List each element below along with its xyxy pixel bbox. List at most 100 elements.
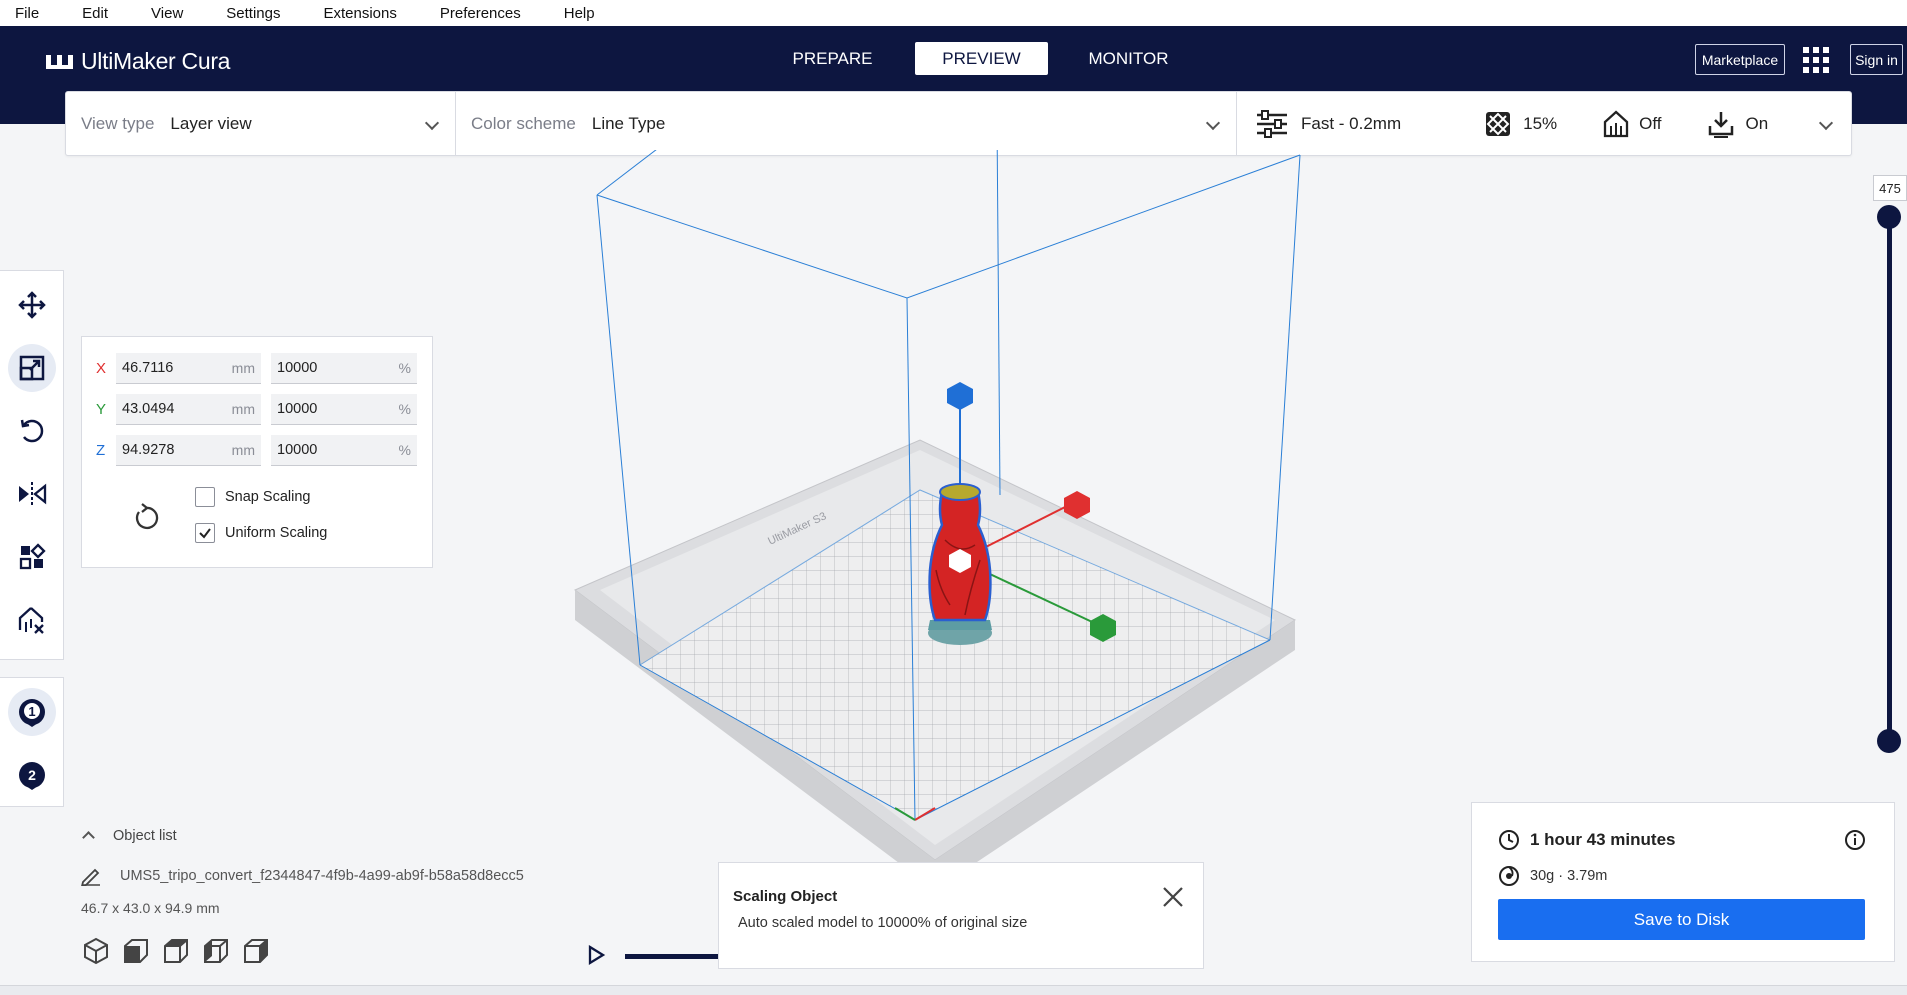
menu-bar: File Edit View Settings Extensions Prefe…	[0, 0, 1907, 26]
chevron-up-icon	[82, 831, 95, 844]
tab-monitor[interactable]: MONITOR	[1056, 42, 1201, 75]
rotate-icon	[20, 419, 44, 443]
object-name-row[interactable]: UMS5_tripo_convert_f2344847-4f9b-4a99-ab…	[80, 866, 524, 886]
menu-extensions[interactable]: Extensions	[308, 5, 396, 22]
layer-slider-top-handle[interactable]	[1877, 205, 1901, 229]
rotate-tool-button[interactable]	[8, 407, 56, 455]
uniform-scaling-checkbox[interactable]	[195, 523, 215, 543]
menu-help[interactable]: Help	[549, 5, 595, 22]
tab-prepare[interactable]: PREPARE	[760, 42, 905, 75]
menu-file[interactable]: File	[0, 5, 39, 22]
snap-scaling-option[interactable]: Snap Scaling	[195, 487, 310, 507]
pencil-icon	[81, 868, 100, 886]
view-front-icon[interactable]	[122, 937, 150, 965]
profile-value: Fast - 0.2mm	[1301, 113, 1402, 133]
play-icon[interactable]	[585, 944, 607, 966]
extruder-2-icon: 2	[19, 762, 45, 790]
snap-scaling-label: Snap Scaling	[225, 489, 311, 505]
z-mm-value: 94.9278	[122, 441, 175, 458]
camera-view-buttons	[82, 937, 270, 965]
chevron-down-icon	[1818, 115, 1834, 131]
infill-setting: 15%	[1485, 111, 1557, 137]
adhesion-value: On	[1745, 113, 1769, 133]
reset-icon	[135, 503, 159, 530]
marketplace-button[interactable]: Marketplace	[1695, 44, 1785, 75]
uniform-scaling-label: Uniform Scaling	[225, 525, 328, 541]
svg-text:1: 1	[28, 704, 35, 719]
svg-text:2: 2	[28, 767, 36, 783]
infill-icon	[1486, 111, 1511, 136]
view-left-icon[interactable]	[202, 937, 230, 965]
print-information-panel: 1 hour 43 minutes 30g · 3.79m Save to Di…	[1471, 802, 1895, 962]
support-icon	[1604, 109, 1629, 137]
apps-grid-icon[interactable]	[1803, 47, 1829, 73]
sign-in-button[interactable]: Sign in	[1850, 44, 1903, 75]
y-mm-value: 43.0494	[122, 400, 175, 417]
spool-icon	[1499, 866, 1519, 886]
chevron-down-icon	[424, 115, 440, 131]
y-percent-input[interactable]: 10000 %	[271, 393, 417, 425]
extruder-selector: 1 2	[0, 677, 64, 807]
menu-preferences[interactable]: Preferences	[425, 5, 521, 22]
support-blocker-button[interactable]	[8, 596, 56, 644]
app-title: UltiMaker Cura	[81, 48, 231, 74]
print-time: 1 hour 43 minutes	[1530, 830, 1676, 849]
layer-slider-bottom-handle[interactable]	[1877, 729, 1901, 753]
scale-row-x: X 46.7116 mm 10000 %	[96, 352, 427, 384]
x-percent-input[interactable]: 10000 %	[271, 352, 417, 384]
support-blocker-icon	[18, 607, 44, 634]
extruder-2-button[interactable]: 2	[8, 751, 56, 799]
view-right-icon[interactable]	[242, 937, 270, 965]
object-list-header[interactable]: Object list	[80, 828, 177, 844]
y-percent-unit: %	[398, 400, 411, 417]
left-toolbar	[0, 270, 64, 660]
y-mm-input[interactable]: 43.0494 mm	[116, 393, 261, 425]
mirror-icon	[19, 482, 47, 506]
support-setting: Off	[1603, 109, 1662, 138]
y-percent-value: 10000	[277, 400, 318, 417]
color-scheme-dropdown[interactable]: Color scheme Line Type	[456, 92, 1237, 155]
view-type-dropdown[interactable]: View type Layer view	[66, 92, 456, 155]
view-top-icon[interactable]	[162, 937, 190, 965]
z-handle[interactable]	[947, 382, 973, 410]
menu-view[interactable]: View	[136, 5, 183, 22]
material-usage-row: 30g · 3.79m	[1498, 865, 1607, 887]
view-3d-icon[interactable]	[82, 937, 110, 965]
object-name: UMS5_tripo_convert_f2344847-4f9b-4a99-ab…	[120, 868, 524, 884]
z-percent-value: 10000	[277, 441, 318, 458]
checkmark-icon	[199, 528, 211, 539]
support-value: Off	[1639, 113, 1662, 133]
menu-settings[interactable]: Settings	[211, 5, 280, 22]
3d-viewport[interactable]: UltiMaker S3	[540, 150, 1320, 870]
y-mm-unit: mm	[231, 400, 255, 417]
reset-scale-button[interactable]	[132, 502, 160, 537]
x-mm-input[interactable]: 46.7116 mm	[116, 352, 261, 384]
per-model-settings-button[interactable]	[8, 533, 56, 581]
menu-edit[interactable]: Edit	[67, 5, 108, 22]
extruder-1-button[interactable]: 1	[8, 688, 56, 736]
scale-row-z: Z 94.9278 mm 10000 %	[96, 434, 427, 466]
z-percent-input[interactable]: 10000 %	[271, 434, 417, 466]
print-time-row: 1 hour 43 minutes	[1498, 829, 1675, 851]
object-list-title: Object list	[113, 828, 177, 844]
tab-preview[interactable]: PREVIEW	[915, 42, 1048, 75]
mirror-tool-button[interactable]	[8, 470, 56, 518]
print-settings-button[interactable]: Fast - 0.2mm 15% Off On	[1237, 92, 1851, 155]
scale-row-y: Y 43.0494 mm 10000 %	[96, 393, 427, 425]
z-mm-input[interactable]: 94.9278 mm	[116, 434, 261, 466]
layer-slider-track[interactable]	[1887, 215, 1892, 745]
z-mm-unit: mm	[231, 441, 255, 458]
info-icon[interactable]	[1844, 829, 1866, 851]
snap-scaling-checkbox[interactable]	[195, 487, 215, 507]
close-icon[interactable]	[1161, 885, 1185, 909]
taskbar-strip	[0, 985, 1907, 995]
axis-x-label: X	[96, 359, 107, 377]
scale-tool-button[interactable]	[8, 344, 56, 392]
uniform-scaling-option[interactable]: Uniform Scaling	[195, 523, 327, 543]
move-tool-button[interactable]	[8, 281, 56, 329]
scaling-message: Scaling Object Auto scaled model to 1000…	[718, 862, 1204, 969]
layer-max-label: 475	[1873, 175, 1907, 201]
save-to-disk-button[interactable]: Save to Disk	[1498, 899, 1865, 940]
app-logo: UltiMaker Cura	[45, 48, 230, 75]
color-scheme-value: Line Type	[591, 113, 666, 133]
